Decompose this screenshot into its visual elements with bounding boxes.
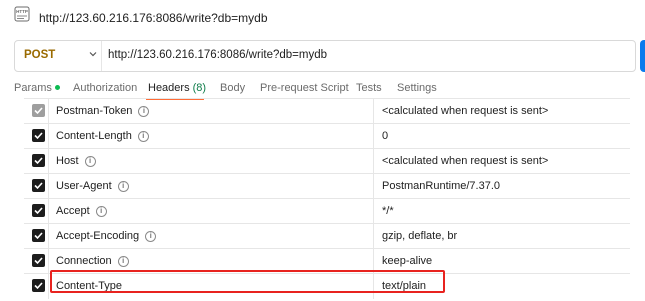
- tab-headers[interactable]: Headers (8): [148, 82, 206, 94]
- header-key-text: Content-Length: [56, 130, 132, 142]
- request-tabs: Params Authorization Headers (8) Body Pr…: [0, 76, 645, 100]
- tab-label: Tests: [356, 82, 382, 94]
- header-value[interactable]: 0: [382, 130, 388, 142]
- header-value[interactable]: gzip, deflate, br: [382, 230, 457, 242]
- info-icon[interactable]: i: [137, 131, 149, 142]
- header-value[interactable]: <calculated when request is sent>: [382, 105, 548, 117]
- header-key-text: User-Agent: [56, 180, 112, 192]
- divider: [373, 149, 374, 174]
- http-icon: HTTP: [14, 6, 30, 22]
- url-input[interactable]: http://123.60.216.176:8086/write?db=mydb: [108, 49, 327, 61]
- divider: [48, 199, 49, 224]
- header-value[interactable]: <calculated when request is sent>: [382, 155, 548, 167]
- divider: [48, 124, 49, 149]
- divider: [373, 99, 374, 124]
- divider: [373, 224, 374, 249]
- method-select[interactable]: POST: [24, 49, 55, 61]
- row-checkbox[interactable]: [32, 129, 45, 142]
- row-checkbox[interactable]: [32, 279, 45, 292]
- header-key[interactable]: Postman-Token i: [56, 105, 150, 117]
- header-key-text: Accept-Encoding: [56, 230, 140, 242]
- tab-label: Params: [14, 82, 52, 94]
- request-title[interactable]: http://123.60.216.176:8086/write?db=mydb: [39, 11, 268, 25]
- divider: [373, 199, 374, 224]
- headers-count: (8): [192, 82, 207, 94]
- table-row: User-Agent i PostmanRuntime/7.37.0: [24, 173, 630, 199]
- row-checkbox[interactable]: [32, 179, 45, 192]
- divider: [48, 274, 49, 299]
- checkmark-icon: [34, 232, 43, 240]
- tab-params[interactable]: Params: [14, 82, 60, 94]
- tab-label: Pre-request Script: [260, 82, 349, 94]
- tab-label: Authorization: [73, 82, 138, 94]
- title-bar: HTTP http://123.60.216.176:8086/write?db…: [0, 0, 645, 34]
- divider: [48, 224, 49, 249]
- divider: [373, 174, 374, 199]
- header-value[interactable]: */*: [382, 205, 394, 217]
- row-checkbox[interactable]: [32, 154, 45, 167]
- header-key[interactable]: User-Agent i: [56, 180, 129, 192]
- header-key-text: Connection: [56, 255, 112, 267]
- info-icon[interactable]: i: [138, 106, 150, 117]
- info-icon[interactable]: i: [84, 156, 96, 167]
- divider: [48, 149, 49, 174]
- checkmark-icon: [34, 132, 43, 140]
- header-key-text: Postman-Token: [56, 105, 133, 117]
- table-row: Content-Length i 0: [24, 123, 630, 149]
- tab-label: Body: [220, 82, 246, 94]
- header-key-text: Accept: [56, 205, 90, 217]
- info-icon[interactable]: i: [117, 181, 129, 192]
- tab-settings[interactable]: Settings: [397, 82, 437, 94]
- row-checkbox[interactable]: [32, 104, 45, 117]
- checkmark-icon: [34, 157, 43, 165]
- row-checkbox[interactable]: [32, 254, 45, 267]
- table-row: Accept i */*: [24, 198, 630, 224]
- tab-label: Headers: [148, 82, 190, 94]
- tab-label: Settings: [397, 82, 437, 94]
- checkmark-icon: [34, 182, 43, 190]
- content-type-highlight-box: [50, 270, 445, 293]
- checkmark-icon: [34, 207, 43, 215]
- header-value[interactable]: PostmanRuntime/7.37.0: [382, 180, 500, 192]
- header-key[interactable]: Content-Length i: [56, 130, 149, 142]
- info-icon[interactable]: i: [117, 256, 129, 267]
- header-key[interactable]: Accept i: [56, 205, 107, 217]
- divider: [101, 41, 102, 71]
- header-key[interactable]: Connection i: [56, 255, 129, 267]
- header-value[interactable]: keep-alive: [382, 255, 432, 267]
- params-indicator-dot: [54, 85, 60, 90]
- row-checkbox[interactable]: [32, 229, 45, 242]
- row-checkbox[interactable]: [32, 204, 45, 217]
- header-key[interactable]: Accept-Encoding i: [56, 230, 157, 242]
- checkmark-icon: [34, 107, 43, 115]
- header-key[interactable]: Host i: [56, 155, 96, 167]
- divider: [48, 249, 49, 274]
- info-icon[interactable]: i: [145, 231, 157, 242]
- tab-tests[interactable]: Tests: [356, 82, 382, 94]
- chevron-down-icon[interactable]: [87, 48, 99, 60]
- table-row: Postman-Token i <calculated when request …: [24, 98, 630, 124]
- tab-pre-request-script[interactable]: Pre-request Script: [260, 82, 349, 94]
- checkmark-icon: [34, 257, 43, 265]
- divider: [48, 174, 49, 199]
- info-icon[interactable]: i: [95, 206, 107, 217]
- tab-authorization[interactable]: Authorization: [73, 82, 137, 94]
- tab-body[interactable]: Body: [220, 82, 245, 94]
- request-url-bar: POST http://123.60.216.176:8086/write?db…: [14, 40, 636, 72]
- divider: [48, 99, 49, 124]
- svg-text:HTTP: HTTP: [16, 9, 28, 14]
- divider: [373, 124, 374, 149]
- table-row: Host i <calculated when request is sent>: [24, 148, 630, 174]
- checkmark-icon: [34, 282, 43, 290]
- table-row: Accept-Encoding i gzip, deflate, br: [24, 223, 630, 249]
- send-button[interactable]: [640, 40, 645, 72]
- header-key-text: Host: [56, 155, 79, 167]
